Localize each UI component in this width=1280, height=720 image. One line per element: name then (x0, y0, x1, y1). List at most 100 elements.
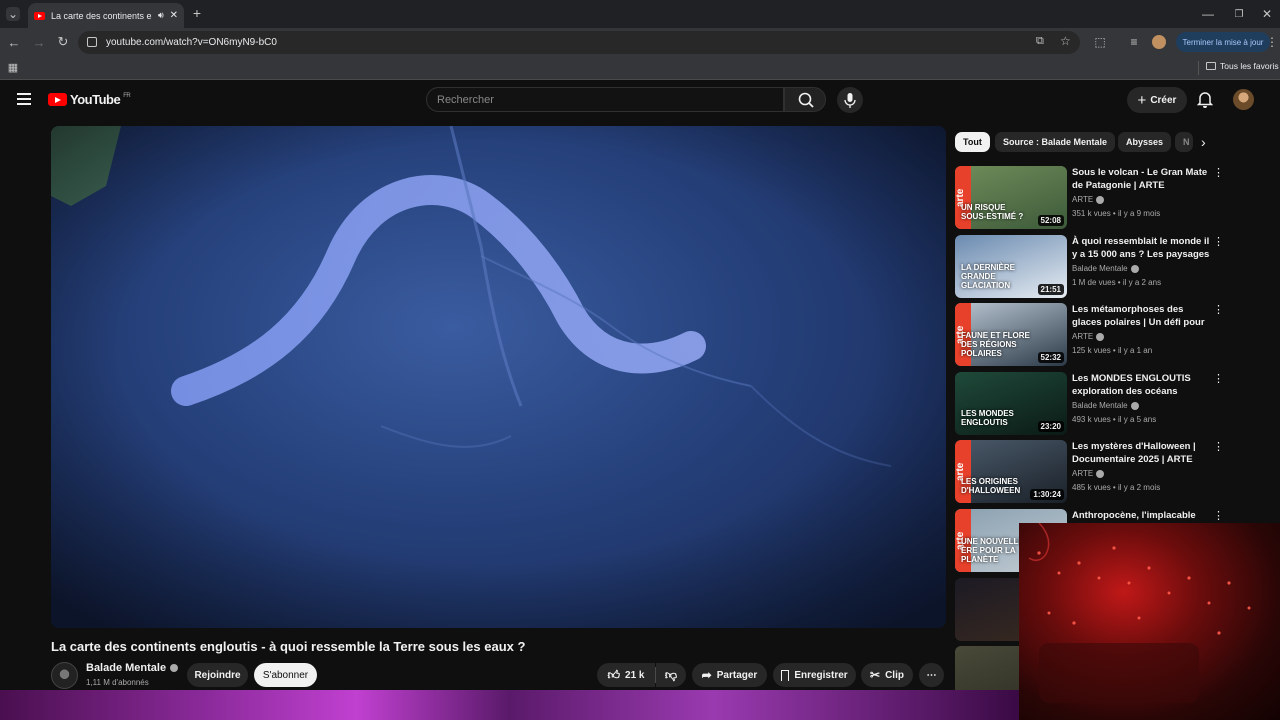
recommendation-channel-name: Balade Mentale (1072, 401, 1128, 410)
profile-icon[interactable] (1152, 35, 1166, 49)
chips-next-chevron-icon[interactable]: › (1201, 134, 1206, 150)
forward-icon[interactable]: → (31, 34, 47, 50)
recommendation-meta: 351 k vues • il y a 9 mois (1072, 209, 1161, 218)
chip-abysses[interactable]: Abysses (1118, 132, 1172, 152)
bookmark-star-icon[interactable]: ☆ (1060, 34, 1071, 48)
restore-icon[interactable]: ❐ (1231, 6, 1247, 22)
user-avatar[interactable] (1233, 89, 1254, 110)
search-placeholder: Rechercher (437, 93, 494, 106)
recommendation-meta: 493 k vues • il y a 5 ans (1072, 415, 1157, 424)
reload-icon[interactable]: ↻ (55, 34, 71, 50)
channel-name: Balade Mentale (86, 662, 167, 674)
recommendation-title[interactable]: À quoi ressemblait le monde il y a 15 00… (1072, 235, 1212, 261)
upload-age: il y a 5 ans (1117, 415, 1157, 424)
view-count: 485 k vues (1072, 483, 1111, 492)
join-label: Rejoindre (194, 669, 241, 681)
tab-search-icon[interactable]: ⌄ (6, 7, 20, 21)
share-icon: ➦ (701, 668, 712, 682)
save-button[interactable]: Enregistrer (773, 663, 856, 687)
more-options-icon[interactable]: ⋮ (1213, 237, 1224, 248)
like-button[interactable]: 👍︎ 21 k (597, 663, 655, 687)
hamburger-menu-icon[interactable] (17, 93, 31, 105)
new-tab-icon[interactable]: + (190, 5, 204, 21)
purple-overlay-strip (0, 690, 1019, 720)
close-window-icon[interactable]: ✕ (1259, 6, 1275, 22)
extensions-icon[interactable]: ⬚ (1092, 34, 1108, 50)
video-duration: 23:20 (1037, 421, 1064, 432)
join-button[interactable]: Rejoindre (187, 663, 248, 687)
recommendation-title[interactable]: Les mystères d'Halloween | Documentaire … (1072, 440, 1212, 466)
voice-search-button[interactable] (837, 87, 863, 113)
dislike-button[interactable]: 👎︎ (656, 663, 686, 687)
video-thumbnail[interactable]: arte FAUNE ET FLORE DES RÉGIONS POLAIRES 5… (955, 303, 1067, 366)
plus-icon: + (1137, 91, 1147, 109)
chip-all[interactable]: Tout (955, 132, 990, 152)
minimize-icon[interactable]: — (1200, 6, 1216, 22)
recommendation-item[interactable]: LES MONDES ENGLOUTIS 23:20 Les MONDES ENGL… (955, 372, 1225, 436)
recommendation-title[interactable]: Les métamorphoses des glaces polaires | … (1072, 303, 1212, 329)
close-tab-icon[interactable]: ✕ (170, 10, 178, 21)
thumbnail-caption: FAUNE ET FLORE DES RÉGIONS POLAIRES (961, 331, 1030, 358)
recommendation-title[interactable]: Anthropocène, l'implacable (1072, 509, 1212, 522)
recommendation-channel[interactable]: ARTE (1072, 469, 1105, 478)
recommendation-channel[interactable]: ARTE (1072, 195, 1105, 204)
video-player[interactable] (51, 126, 946, 628)
browser-tab[interactable]: La carte des continents eng 🔊︎ ✕ (28, 3, 184, 28)
chip-partial[interactable]: N (1175, 132, 1193, 152)
bookmarks-bar: ▦ Tous les favoris (0, 56, 1280, 80)
more-options-icon[interactable]: ⋮ (1213, 442, 1224, 453)
recommendation-channel-name: ARTE (1072, 195, 1094, 204)
more-options-icon[interactable]: ⋮ (1213, 374, 1224, 385)
apps-grid-icon[interactable]: ▦ (6, 60, 20, 74)
more-options-icon[interactable]: ⋮ (1213, 511, 1224, 522)
save-label: Enregistrer (794, 669, 848, 681)
all-bookmarks-button[interactable]: Tous les favoris (1206, 61, 1279, 71)
more-options-icon[interactable]: ⋮ (1213, 305, 1224, 316)
subscribe-button[interactable]: S'abonner (254, 663, 317, 687)
thumbs-up-icon: 👍︎ (607, 667, 621, 682)
more-actions-button[interactable]: ⋯ (919, 663, 944, 687)
recommendation-title[interactable]: Sous le volcan - Le Gran Mate de Patagon… (1072, 166, 1212, 192)
recommendation-channel-name: Balade Mentale (1072, 264, 1128, 273)
video-thumbnail[interactable]: LA DERNIÈRE GRANDE GLACIATION 21:51 (955, 235, 1067, 298)
recommendation-item[interactable]: arte FAUNE ET FLORE DES RÉGIONS POLAIRES 5… (955, 303, 1225, 367)
channel-avatar[interactable] (51, 662, 78, 689)
recommendation-meta: 125 k vues • il y a 1 an (1072, 346, 1153, 355)
video-thumbnail[interactable]: LES MONDES ENGLOUTIS 23:20 (955, 372, 1067, 435)
create-button[interactable]: + Créer (1127, 87, 1187, 113)
channel-name-link[interactable]: Balade Mentale (86, 662, 179, 674)
install-app-icon[interactable]: ⧉ (1036, 35, 1044, 48)
verified-icon (170, 664, 179, 672)
update-button[interactable]: Terminer la mise à jour (1176, 32, 1270, 52)
chip-source[interactable]: Source : Balade Mentale (995, 132, 1116, 152)
recommendation-channel[interactable]: Balade Mentale (1072, 264, 1139, 273)
recommendation-item[interactable]: arte UN RISQUE SOUS-ESTIMÉ ? 52:08 Sous le … (955, 166, 1225, 230)
recommendation-channel[interactable]: ARTE (1072, 332, 1105, 341)
speaker-icon[interactable]: 🔊︎ (158, 10, 164, 21)
site-info-icon[interactable] (87, 37, 97, 47)
browser-tabstrip: ⌄ La carte des continents eng 🔊︎ ✕ + — ❐… (0, 0, 1280, 28)
share-button[interactable]: ➦ Partager (692, 663, 767, 687)
clip-button[interactable]: ✂ Clip (861, 663, 913, 687)
youtube-logo[interactable]: YouTube FR (48, 92, 131, 107)
upload-age: il y a 9 mois (1117, 209, 1161, 218)
subscribe-label: S'abonner (262, 669, 309, 681)
recommendation-title[interactable]: Les MONDES ENGLOUTIS exploration des océ… (1072, 372, 1212, 398)
address-bar[interactable]: youtube.com/watch?v=ON6myN9-bC0 ⧉ ☆ (78, 31, 1080, 54)
back-icon[interactable]: ← (6, 34, 22, 50)
more-options-icon[interactable]: ⋮ (1213, 168, 1224, 179)
menu-dots-icon[interactable]: ⋮ (1266, 34, 1278, 50)
recommendation-meta: 1 M de vues • il y a 2 ans (1072, 278, 1162, 287)
reading-list-icon[interactable]: ≡ (1126, 34, 1142, 50)
youtube-header: YouTube FR Rechercher + Créer (0, 81, 1280, 119)
recommendation-channel[interactable]: Balade Mentale (1072, 401, 1139, 410)
search-button[interactable] (784, 87, 826, 112)
video-thumbnail[interactable]: arte LES ORIGINES D'HALLOWEEN 1:30:24 (955, 440, 1067, 503)
view-count: 493 k vues (1072, 415, 1111, 424)
notifications-button[interactable] (1196, 90, 1214, 113)
recommendation-item[interactable]: arte LES ORIGINES D'HALLOWEEN 1:30:24 Les m… (955, 440, 1225, 504)
recommendation-item[interactable]: LA DERNIÈRE GRANDE GLACIATION 21:51 À quoi… (955, 235, 1225, 299)
search-input[interactable]: Rechercher (426, 87, 784, 112)
bookmarks-divider (1198, 61, 1199, 75)
video-thumbnail[interactable]: arte UN RISQUE SOUS-ESTIMÉ ? 52:08 (955, 166, 1067, 229)
